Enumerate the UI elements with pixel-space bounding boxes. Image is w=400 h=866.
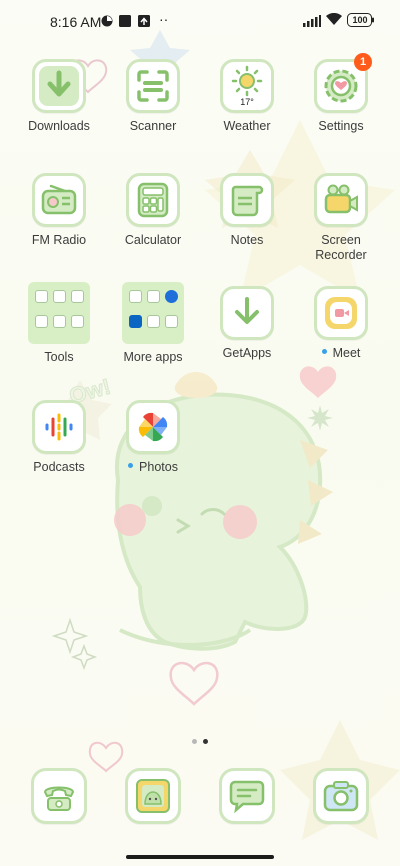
app-label: Weather (223, 119, 271, 133)
getapps-icon (220, 286, 274, 340)
dock-gallery[interactable] (108, 768, 198, 824)
notification-badge: 1 (354, 53, 372, 71)
app-label: Calculator (124, 233, 182, 247)
settings-icon: 1 (314, 53, 372, 113)
scanner-icon (126, 59, 180, 113)
app-meet[interactable]: Meet (296, 286, 386, 361)
app-label: Photos (108, 460, 198, 475)
messages-icon (219, 768, 275, 824)
weather-temperature: 17° (240, 97, 254, 107)
dock-messages[interactable] (202, 768, 292, 824)
notes-icon (220, 173, 274, 227)
folder-more-apps[interactable]: More apps (108, 282, 198, 365)
gallery-icon (125, 768, 181, 824)
app-scanner[interactable]: Scanner (108, 59, 198, 134)
screen-recorder-icon (314, 173, 368, 227)
calculator-icon (126, 173, 180, 227)
photos-icon (126, 400, 180, 454)
app-notes[interactable]: Notes (202, 173, 292, 248)
app-calculator[interactable]: Calculator (108, 173, 198, 248)
camera-icon (313, 768, 369, 824)
gesture-home-bar[interactable] (126, 855, 274, 859)
app-downloads[interactable]: Downloads (14, 59, 104, 134)
more-notifications-indicator: ·· (159, 11, 169, 27)
app-screen-recorder[interactable]: Screen Recorder (296, 173, 386, 263)
app-notification-icon (119, 14, 131, 32)
status-time: 8:16 AM (50, 14, 102, 30)
app-label: FM Radio (31, 233, 87, 247)
folder-tools[interactable]: Tools (14, 282, 104, 365)
app-label: Scanner (129, 119, 177, 133)
folder-icon (28, 282, 90, 344)
app-label: Tools (44, 350, 74, 364)
app-label: Screen Recorder (315, 233, 367, 262)
wifi-icon (325, 12, 343, 31)
meet-icon (314, 286, 368, 340)
podcasts-icon (32, 400, 86, 454)
weather-icon: 17° (220, 59, 274, 113)
app-fm-radio[interactable]: FM Radio (14, 173, 104, 248)
upload-notification-icon (138, 14, 150, 32)
dock-camera[interactable] (296, 768, 386, 824)
page-indicator[interactable] (189, 731, 211, 749)
app-label: GetApps (222, 346, 272, 360)
new-install-dot (128, 463, 134, 469)
battery-level: 100 (352, 15, 368, 25)
app-settings[interactable]: 1 Settings (296, 53, 386, 134)
phone-icon (31, 768, 87, 824)
dock-phone[interactable] (14, 768, 104, 824)
app-label: Podcasts (33, 460, 85, 474)
app-label: More apps (123, 350, 183, 364)
app-podcasts[interactable]: Podcasts (14, 400, 104, 475)
page-dot (192, 739, 197, 744)
app-label: Notes (230, 233, 264, 247)
new-install-dot (321, 349, 327, 355)
app-label: Settings (318, 119, 364, 133)
status-bar: 8:16 AM ·· 100 (0, 0, 400, 44)
app-label: Meet (296, 346, 386, 361)
app-photos[interactable]: Photos (108, 400, 198, 475)
app-weather[interactable]: 17° Weather (202, 59, 292, 134)
downloads-icon (32, 59, 86, 113)
signal-icon (303, 14, 321, 32)
page-dot-active (203, 739, 208, 744)
data-saver-icon (101, 14, 113, 32)
app-label: Downloads (28, 119, 90, 133)
folder-icon (122, 282, 184, 344)
app-getapps[interactable]: GetApps (202, 286, 292, 361)
radio-icon (32, 173, 86, 227)
